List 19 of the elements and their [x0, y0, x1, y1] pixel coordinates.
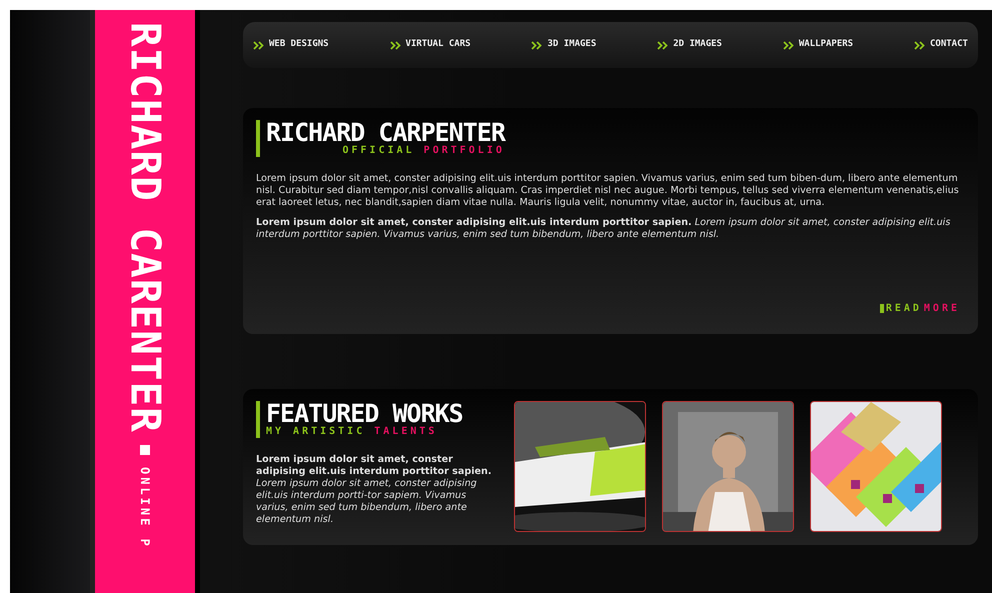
- accent-bar: [256, 120, 260, 157]
- nav-link[interactable]: 3D IMAGES: [531, 38, 596, 52]
- section-subtitle: MY ARTISTIC TALENTS: [266, 426, 438, 438]
- square-icon: [140, 444, 150, 455]
- section-title: RICHARD CARPENTER: [266, 120, 505, 145]
- vertical-tagline: ONLINE P: [137, 466, 153, 549]
- section-subtitle: OFFICIAL PORTFOLIO: [341, 145, 505, 157]
- nav-link[interactable]: VIRTUAL CARS: [390, 38, 471, 52]
- nav-link[interactable]: WEB DESIGNS: [253, 38, 329, 52]
- featured-text: Lorem ipsum dolor sit amet, conster adipising elit.uis interdum porttitor sapien. Lorem ipsum dolor sit amet, conster adipising elit.uis interdum portti-tor sapiem. Vivamus varius, enim sed tum bibendum, libero ante elementum nisl.: [256, 454, 493, 526]
- paragraph: Lorem ipsum dolor sit amet, conster adipising elit.uis interdum porttitor sapien. Lorem ipsum dolor sit amet, conster adipising elit.uis interdum porttitor sapien. Vivamus varius, enim sed tum bibendum, libero ante elementum nisl.: [256, 216, 952, 241]
- vertical-title: RICHARD CARENTER: [124, 22, 166, 433]
- nav-link[interactable]: 2D IMAGES: [657, 38, 722, 52]
- section-title: FEATURED WORKS: [266, 401, 463, 426]
- nav-link[interactable]: WALLPAPERS: [782, 38, 854, 52]
- nav-link[interactable]: CONTACT: [914, 38, 968, 52]
- paragraph: Lorem ipsum dolor sit amet, conster adipising elit.uis interdum porttitor sapien. Vivamus varius, enim sed tum biben-dum, libero ante elementum nisl. Curabitur sed diam tempor,nisl convallis aliquam. Cras imperdiet nisl nec augue. Morbi tempus, tellus sed viverra elementum venenatis,elius erat laoreet letus, nec blandit,sapien diam vitae nulla. Mauris ligula velit, nonummy vitae, auctor in, faucibus at, urna.: [256, 173, 960, 209]
- read-more-link[interactable]: READ MORE: [880, 301, 960, 316]
- accent-bar: [256, 401, 260, 438]
